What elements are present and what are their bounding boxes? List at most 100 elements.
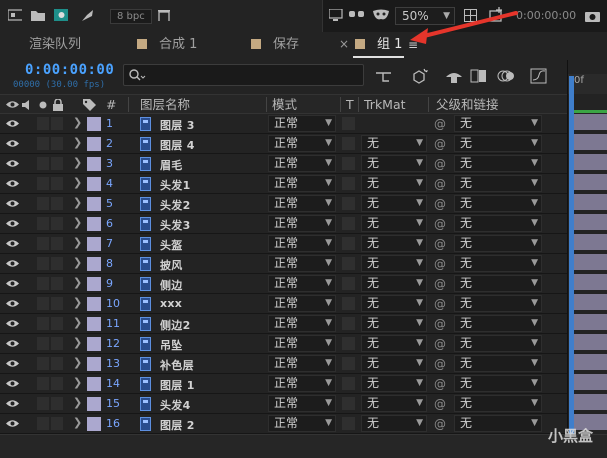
trkmat-select[interactable]: 无 ▼ xyxy=(361,395,427,412)
grid-icon[interactable] xyxy=(464,9,477,22)
layer-name[interactable]: 图层 2 xyxy=(160,417,195,433)
pick-whip-icon[interactable]: @ xyxy=(434,337,446,351)
pick-whip-icon[interactable]: @ xyxy=(434,297,446,311)
blend-mode-select[interactable]: 正常 ▼ xyxy=(268,175,336,192)
solo-toggle[interactable] xyxy=(37,417,49,430)
solo-toggle[interactable] xyxy=(37,117,49,130)
audio-speaker-icon[interactable] xyxy=(22,100,33,110)
preserve-transparency-checkbox[interactable] xyxy=(342,297,355,310)
trkmat-select[interactable]: 无 ▼ xyxy=(361,215,427,232)
preserve-transparency-checkbox[interactable] xyxy=(342,377,355,390)
solo-toggle[interactable] xyxy=(37,337,49,350)
layer-color-label[interactable] xyxy=(87,277,101,291)
preserve-transparency-checkbox[interactable] xyxy=(342,417,355,430)
pick-whip-icon[interactable]: @ xyxy=(434,237,446,251)
eye-icon[interactable] xyxy=(6,379,19,388)
layer-name[interactable]: 头发3 xyxy=(160,217,191,233)
parent-select[interactable]: 无 ▼ xyxy=(454,195,542,212)
viewer-timecode[interactable]: 0:00:00:00 xyxy=(516,9,576,22)
eye-icon[interactable] xyxy=(6,139,19,148)
preserve-transparency-checkbox[interactable] xyxy=(342,217,355,230)
expand-chevron-icon[interactable]: ❯ xyxy=(73,256,82,269)
eye-icon[interactable] xyxy=(6,239,19,248)
hide-shy-layers-icon[interactable] xyxy=(445,68,463,84)
trkmat-select[interactable]: 无 ▼ xyxy=(361,335,427,352)
layer-color-label[interactable] xyxy=(87,137,101,151)
draft-3d-icon[interactable] xyxy=(410,68,428,84)
expand-chevron-icon[interactable]: ❯ xyxy=(73,116,82,129)
camera-icon[interactable] xyxy=(585,9,601,22)
blend-mode-select[interactable]: 正常 ▼ xyxy=(268,315,336,332)
solo-toggle[interactable] xyxy=(37,217,49,230)
layer-name[interactable]: 图层 1 xyxy=(160,377,195,393)
expand-chevron-icon[interactable]: ❯ xyxy=(73,356,82,369)
parent-select[interactable]: 无 ▼ xyxy=(454,235,542,252)
project-flowchart-icon[interactable] xyxy=(8,9,22,21)
pick-whip-icon[interactable]: @ xyxy=(434,137,446,151)
layer-name[interactable]: 头盔 xyxy=(160,237,183,253)
layer-name[interactable]: 头发2 xyxy=(160,197,191,213)
3d-glasses-icon[interactable] xyxy=(349,9,365,21)
preserve-transparency-checkbox[interactable] xyxy=(342,337,355,350)
tab-save[interactable]: 保存 xyxy=(251,32,299,60)
layer-duration-bar[interactable] xyxy=(574,194,607,212)
trkmat-select[interactable]: 无 ▼ xyxy=(361,135,427,152)
parent-select[interactable]: 无 ▼ xyxy=(454,255,542,272)
solo-toggle[interactable] xyxy=(37,397,49,410)
parent-select[interactable]: 无 ▼ xyxy=(454,415,542,432)
lock-toggle[interactable] xyxy=(51,257,63,270)
expand-chevron-icon[interactable]: ❯ xyxy=(73,396,82,409)
pick-whip-icon[interactable]: @ xyxy=(434,317,446,331)
layer-duration-bar[interactable] xyxy=(574,314,607,332)
parent-select[interactable]: 无 ▼ xyxy=(454,355,542,372)
eye-icon[interactable] xyxy=(6,199,19,208)
parent-select[interactable]: 无 ▼ xyxy=(454,395,542,412)
lock-icon[interactable] xyxy=(53,99,63,111)
pick-whip-icon[interactable]: @ xyxy=(434,417,446,431)
preserve-transparency-checkbox[interactable] xyxy=(342,277,355,290)
blend-mode-select[interactable]: 正常 ▼ xyxy=(268,355,336,372)
layer-color-label[interactable] xyxy=(87,237,101,251)
preserve-transparency-checkbox[interactable] xyxy=(342,117,355,130)
solo-toggle[interactable] xyxy=(37,257,49,270)
layer-color-label[interactable] xyxy=(87,337,101,351)
parent-select[interactable]: 无 ▼ xyxy=(454,135,542,152)
preserve-transparency-checkbox[interactable] xyxy=(342,397,355,410)
lock-toggle[interactable] xyxy=(51,237,63,250)
eye-icon[interactable] xyxy=(6,159,19,168)
parent-select[interactable]: 无 ▼ xyxy=(454,375,542,392)
expand-chevron-icon[interactable]: ❯ xyxy=(73,176,82,189)
graph-editor-icon[interactable] xyxy=(530,68,548,84)
parent-select[interactable]: 无 ▼ xyxy=(454,115,542,132)
trkmat-select[interactable]: 无 ▼ xyxy=(361,195,427,212)
eye-icon[interactable] xyxy=(6,419,19,428)
trkmat-select[interactable]: 无 ▼ xyxy=(361,275,427,292)
layer-row[interactable]: ❯ 7 头盔 正常 ▼ 无 ▼ @ 无 ▼ xyxy=(0,234,567,254)
layer-row[interactable]: ❯ 5 头发2 正常 ▼ 无 ▼ @ 无 ▼ xyxy=(0,194,567,214)
trkmat-select[interactable]: 无 ▼ xyxy=(361,155,427,172)
layer-row[interactable]: ❯ 14 图层 1 正常 ▼ 无 ▼ @ 无 ▼ xyxy=(0,374,567,394)
expand-chevron-icon[interactable]: ❯ xyxy=(73,416,82,429)
trkmat-select[interactable]: 无 ▼ xyxy=(361,255,427,272)
layer-color-label[interactable] xyxy=(87,217,101,231)
pick-whip-icon[interactable]: @ xyxy=(434,117,446,131)
pick-whip-icon[interactable]: @ xyxy=(434,397,446,411)
blend-mode-select[interactable]: 正常 ▼ xyxy=(268,395,336,412)
preserve-transparency-checkbox[interactable] xyxy=(342,317,355,330)
lock-toggle[interactable] xyxy=(51,417,63,430)
layer-row[interactable]: ❯ 9 侧边 正常 ▼ 无 ▼ @ 无 ▼ xyxy=(0,274,567,294)
eye-icon[interactable] xyxy=(6,179,19,188)
expand-chevron-icon[interactable]: ❯ xyxy=(73,316,82,329)
eye-icon[interactable] xyxy=(6,219,19,228)
motion-blur-icon[interactable] xyxy=(497,68,515,84)
blend-mode-select[interactable]: 正常 ▼ xyxy=(268,195,336,212)
pick-whip-icon[interactable]: @ xyxy=(434,257,446,271)
mask-icon[interactable] xyxy=(373,9,389,21)
layer-row[interactable]: ❯ 1 图层 3 正常 ▼ @ 无 ▼ xyxy=(0,114,567,134)
layer-duration-bar[interactable] xyxy=(574,234,607,252)
column-trkmat[interactable]: TrkMat xyxy=(364,96,406,113)
eye-icon[interactable] xyxy=(6,299,19,308)
blend-mode-select[interactable]: 正常 ▼ xyxy=(268,215,336,232)
expand-chevron-icon[interactable]: ❯ xyxy=(73,236,82,249)
eye-icon[interactable] xyxy=(6,319,19,328)
